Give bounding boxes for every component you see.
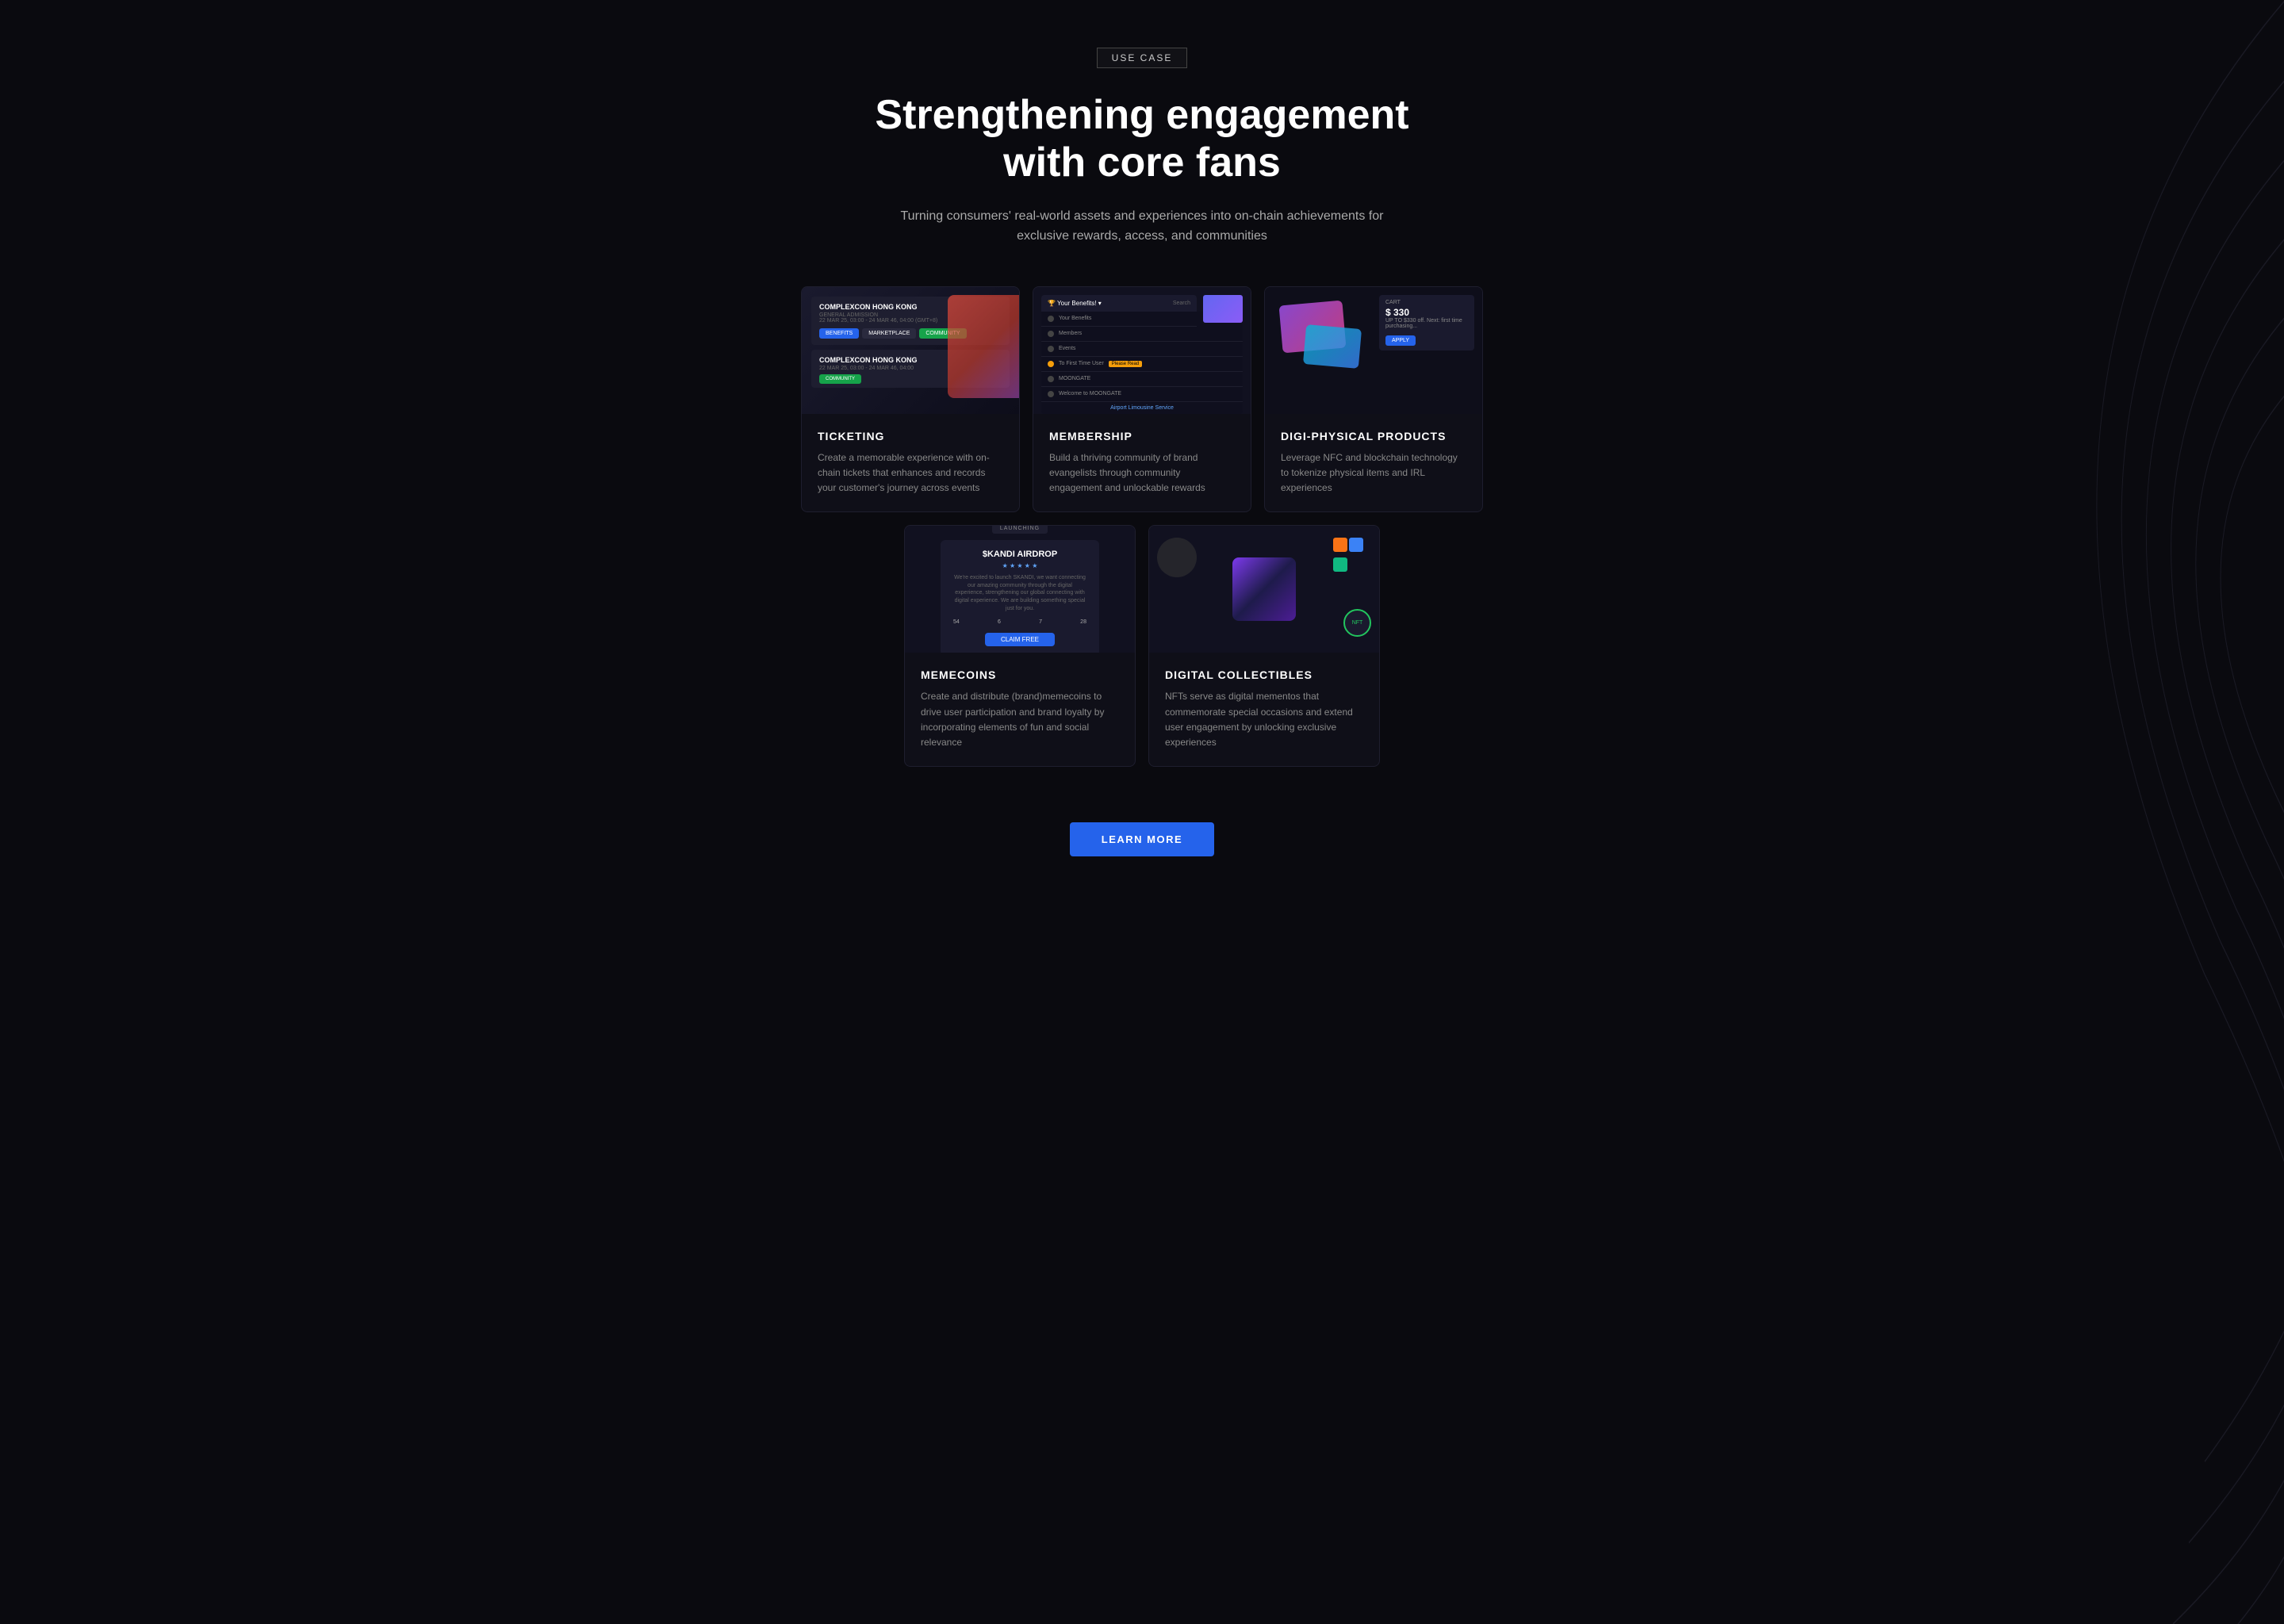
card-collectibles-image: NFT — [1149, 526, 1379, 653]
title-line-2: with core fans — [1003, 140, 1281, 186]
cards-bottom-row: LAUNCHING $KANDI AIRDROP ★ ★ ★ ★ ★ We're… — [904, 525, 1380, 767]
card-membership: 🏆 Your Benefits! ▾ Search Your Benefits … — [1033, 286, 1251, 513]
card-ticketing-content: TICKETING Create a memorable experience … — [802, 414, 1019, 512]
card-memecoins-description: Create and distribute (brand)memecoins t… — [921, 689, 1119, 750]
logo-piece-blue — [1349, 538, 1363, 552]
meme-launch-badge: LAUNCHING — [992, 526, 1048, 534]
collectible-badge: NFT — [1343, 609, 1371, 637]
card-ticketing-description: Create a memorable experience with on-ch… — [818, 450, 1003, 496]
member-row-3: Events — [1041, 342, 1243, 357]
cards-top-row: COMPLEXCON HONG KONG GENERAL ADMISSION 2… — [801, 286, 1483, 513]
learn-more-label: LEARN MORE — [1102, 833, 1182, 845]
card-ticketing: COMPLEXCON HONG KONG GENERAL ADMISSION 2… — [801, 286, 1020, 513]
card-digital-collectibles: NFT DIGITAL COLLECTIBLES NFTs serve as d… — [1148, 525, 1380, 767]
meme-launch-inner: $KANDI AIRDROP ★ ★ ★ ★ ★ We're excited t… — [941, 540, 1099, 653]
logo-piece-orange — [1333, 538, 1347, 552]
collectible-gear — [1157, 538, 1197, 577]
member-header: 🏆 Your Benefits! ▾ Search — [1041, 295, 1197, 312]
main-title: Strengthening engagement with core fans — [801, 92, 1483, 187]
card-membership-title: MEMBERSHIP — [1049, 430, 1235, 442]
digi-ui-panel: CART $ 330 UP TO $330 off. Next: first t… — [1379, 295, 1474, 350]
member-row-4: To First Time User Please Read — [1041, 357, 1243, 372]
member-row-1: Your Benefits — [1041, 312, 1197, 327]
collectible-main — [1232, 557, 1296, 621]
member-row-2: Members — [1041, 327, 1243, 342]
card-membership-content: MEMBERSHIP Build a thriving community of… — [1033, 414, 1251, 512]
learn-more-button[interactable]: LEARN MORE — [1070, 822, 1214, 856]
member-body: Your Benefits Members Events To First Ti… — [1041, 312, 1243, 414]
card-memecoins-image: LAUNCHING $KANDI AIRDROP ★ ★ ★ ★ ★ We're… — [905, 526, 1135, 653]
page-container: USE CASE Strengthening engagement with c… — [785, 0, 1499, 920]
card-memecoins: LAUNCHING $KANDI AIRDROP ★ ★ ★ ★ ★ We're… — [904, 525, 1136, 767]
collectible-logo — [1333, 538, 1363, 568]
member-row-5: MOONGATE — [1041, 372, 1243, 387]
card-collectibles-title: DIGITAL COLLECTIBLES — [1165, 668, 1363, 681]
logo-piece-green — [1333, 557, 1347, 572]
digi-product-2 — [1303, 324, 1362, 369]
card-digi-physical: CART $ 330 UP TO $330 off. Next: first t… — [1264, 286, 1483, 513]
card-ticketing-title: TICKETING — [818, 430, 1003, 442]
member-row-6: Welcome to MOONGATE — [1041, 387, 1243, 402]
card-memecoins-content: MEMECOINS Create and distribute (brand)m… — [905, 653, 1135, 766]
member-thumb — [1203, 295, 1243, 323]
card-digi-image: CART $ 330 UP TO $330 off. Next: first t… — [1265, 287, 1482, 414]
title-line-1: Strengthening engagement — [875, 92, 1408, 138]
badge-label: USE CASE — [1112, 52, 1173, 63]
card-digi-content: DIGI-PHYSICAL PRODUCTS Leverage NFC and … — [1265, 414, 1482, 512]
card-digi-description: Leverage NFC and blockchain technology t… — [1281, 450, 1466, 496]
card-memecoins-title: MEMECOINS — [921, 668, 1119, 681]
card-membership-image: 🏆 Your Benefits! ▾ Search Your Benefits … — [1033, 287, 1251, 414]
hero-subtitle: Turning consumers' real-world assets and… — [888, 206, 1396, 247]
card-collectibles-content: DIGITAL COLLECTIBLES NFTs serve as digit… — [1149, 653, 1379, 766]
ticket-art-decoration — [948, 295, 1019, 398]
card-collectibles-description: NFTs serve as digital mementos that comm… — [1165, 689, 1363, 750]
use-case-badge: USE CASE — [1097, 48, 1188, 68]
card-ticketing-image: COMPLEXCON HONG KONG GENERAL ADMISSION 2… — [802, 287, 1019, 414]
card-digi-title: DIGI-PHYSICAL PRODUCTS — [1281, 430, 1466, 442]
card-membership-description: Build a thriving community of brand evan… — [1049, 450, 1235, 496]
